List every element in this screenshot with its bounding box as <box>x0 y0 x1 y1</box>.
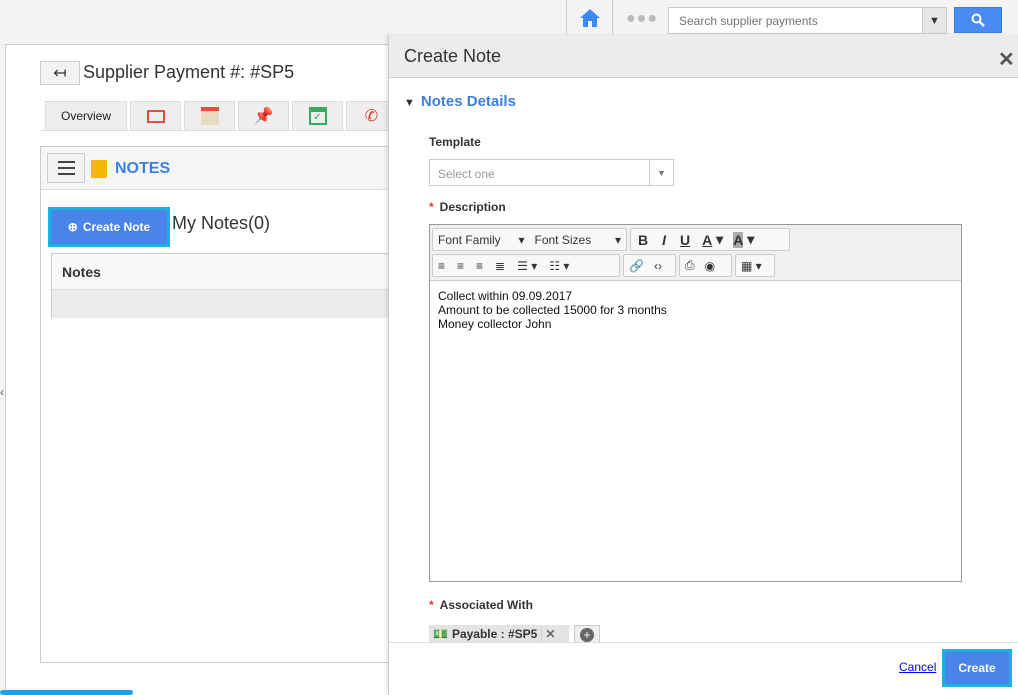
template-select[interactable]: Select one ▼ <box>429 159 674 186</box>
font-family-select[interactable]: Font Family ▾ <box>433 233 530 247</box>
cancel-link[interactable]: Cancel <box>899 660 936 674</box>
underline-button[interactable]: U <box>673 232 697 248</box>
notes-title: NOTES <box>115 160 171 177</box>
tab-calendar-check[interactable]: ✓ <box>292 101 343 130</box>
menu-button[interactable] <box>47 153 85 183</box>
phone-icon: ✆ <box>364 108 379 125</box>
notes-details-section[interactable]: ▼ Notes Details <box>404 93 516 110</box>
list-icon <box>146 109 165 123</box>
search-dropdown[interactable]: ▼ <box>922 7 947 34</box>
align-left-icon[interactable]: ≡ <box>433 259 450 273</box>
tab-bar: Overview 📌 ✓ ✆ <box>40 101 400 131</box>
link-icon[interactable]: 🔗 <box>624 259 649 273</box>
tab-overview[interactable]: Overview <box>45 101 127 130</box>
collapse-arrow-icon[interactable]: ‹ <box>0 385 4 399</box>
calendar-check-icon: ✓ <box>308 107 327 125</box>
money-icon: 💵 <box>433 627 448 641</box>
calendar-icon <box>200 107 219 125</box>
close-icon[interactable]: ✕ <box>998 47 1015 72</box>
font-sizes-select[interactable]: Font Sizes ▾ <box>530 233 627 247</box>
progress-strip <box>0 690 133 695</box>
chevron-down-icon: ▼ <box>929 14 940 27</box>
more-icon[interactable]: ●●● <box>626 10 658 28</box>
home-icon <box>579 9 600 27</box>
create-note-button[interactable]: ⊕ Create Note <box>48 207 170 247</box>
search-button[interactable] <box>954 7 1002 33</box>
bullet-list-icon[interactable]: ☰ ▾ <box>512 259 542 273</box>
remove-icon[interactable]: ✕ <box>541 627 555 641</box>
table-icon[interactable]: ▦ ▾ <box>736 259 767 273</box>
associated-with-label: * Associated With <box>429 598 533 612</box>
associated-chip: 💵 Payable : #SP5 ✕ <box>429 625 569 643</box>
font-color-button[interactable]: A ▾ <box>697 231 728 248</box>
print-icon[interactable]: ⎙ <box>680 258 700 273</box>
bold-button[interactable]: B <box>631 232 655 248</box>
create-button[interactable]: Create <box>942 649 1012 687</box>
plus-circle-icon: + <box>580 627 594 642</box>
tab-pin[interactable]: 📌 <box>238 101 289 130</box>
tab-list[interactable] <box>130 101 181 130</box>
modal-title: Create Note <box>404 46 502 66</box>
justify-icon[interactable]: ≣ <box>490 259 510 273</box>
chevron-down-icon: ▼ <box>404 97 415 109</box>
description-label: * Description <box>429 200 506 214</box>
preview-eye-icon[interactable]: ◉ <box>700 259 720 273</box>
page-title: Supplier Payment #: #SP5 <box>83 62 295 82</box>
align-center-icon[interactable]: ≡ <box>452 259 469 273</box>
template-label: Template <box>429 135 481 149</box>
home-button[interactable] <box>566 0 613 36</box>
italic-button[interactable]: I <box>655 232 673 248</box>
table-header: Notes <box>52 254 399 290</box>
notes-table: Notes <box>51 253 400 318</box>
tab-calendar[interactable] <box>184 101 235 130</box>
numbered-list-icon[interactable]: ☷ ▾ <box>544 259 574 273</box>
description-content[interactable]: Collect within 09.09.2017 Amount to be c… <box>438 289 667 331</box>
search-icon <box>971 13 985 27</box>
table-row <box>52 290 399 318</box>
code-icon[interactable]: ‹› <box>649 259 667 273</box>
align-right-icon[interactable]: ≡ <box>471 259 488 273</box>
editor-toolbar: Font Family ▾ Font Sizes ▾ BIUA ▾ A ▾ ≡ ≡ ≡ ≣ ☰ … <box>430 225 961 281</box>
plus-circle-icon: ⊕ <box>67 220 78 234</box>
pin-icon: 📌 <box>253 108 274 125</box>
my-notes-count: My Notes(0) <box>172 213 271 233</box>
back-button[interactable]: ↤ <box>40 61 80 85</box>
add-association-button[interactable]: + <box>574 625 600 643</box>
background-color-button[interactable]: A ▾ <box>728 231 759 248</box>
note-icon <box>91 160 107 178</box>
chevron-down-icon: ▼ <box>649 160 673 185</box>
search-input[interactable] <box>668 7 924 34</box>
